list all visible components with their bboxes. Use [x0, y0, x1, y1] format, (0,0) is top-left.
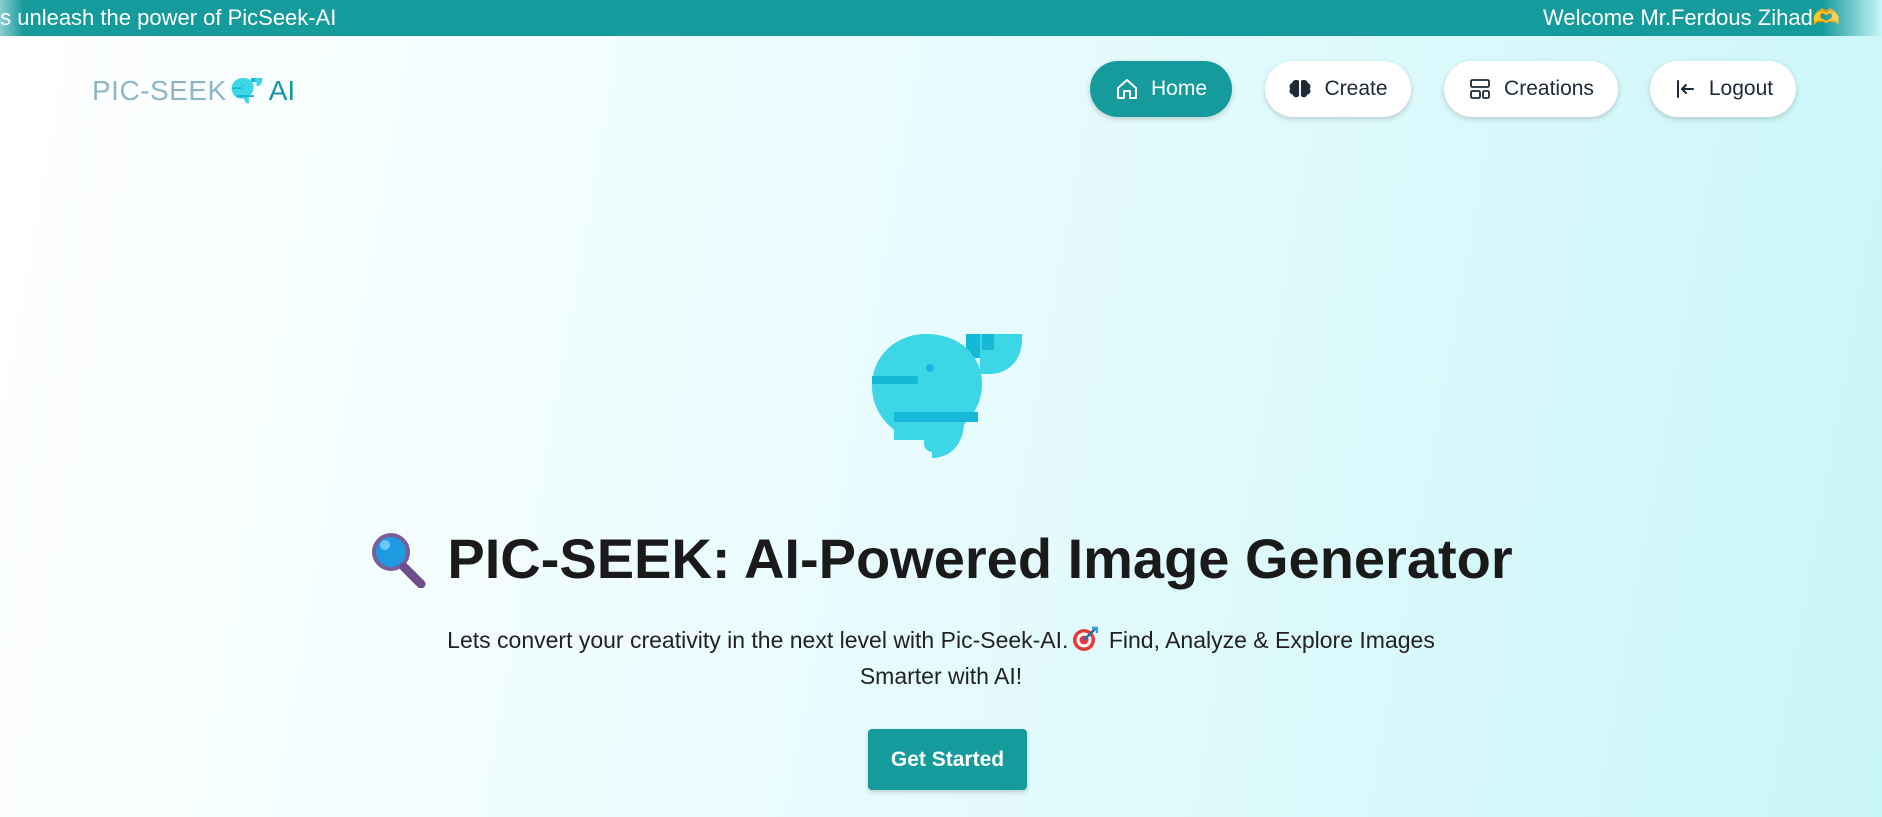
- logout-icon: [1676, 80, 1694, 98]
- subtitle-text-1: Lets convert your creativity in the next…: [447, 627, 1069, 653]
- banner-welcome: Welcome Mr.Ferdous Zihad🫶: [1543, 0, 1840, 36]
- brain-icon: [1289, 80, 1311, 98]
- banner-fade-left: [0, 0, 24, 36]
- nav-create-button[interactable]: Create: [1265, 61, 1411, 117]
- banner-fade-right: [1822, 0, 1882, 36]
- nav-home-button[interactable]: Home: [1090, 61, 1232, 117]
- whale-icon: [231, 78, 262, 104]
- nav-creations-button[interactable]: Creations: [1444, 61, 1618, 117]
- target-dart-icon: [1073, 626, 1099, 651]
- site-logo[interactable]: PIC-SEEK AI: [92, 74, 295, 108]
- nav-logout-button[interactable]: Logout: [1650, 61, 1796, 117]
- whale-icon: [872, 334, 1022, 458]
- nav-home-label: Home: [1150, 77, 1208, 100]
- page-title: PIC-SEEK: AI-Powered Image Generator: [0, 524, 1882, 594]
- welcome-text: Welcome Mr.Ferdous Zihad: [1543, 5, 1813, 30]
- nav-creations-label: Creations: [1504, 77, 1594, 100]
- banner-tagline: ts unleash the power of PicSeek-AI: [0, 5, 337, 30]
- layout-icon: [1470, 79, 1490, 99]
- nav-logout-label: Logout: [1708, 77, 1774, 100]
- marquee-banner: ts unleash the power of PicSeek-AI Welco…: [0, 0, 1882, 36]
- get-started-button[interactable]: Get Started: [868, 729, 1027, 790]
- nav-create-label: Create: [1324, 77, 1388, 100]
- home-icon: [1116, 79, 1137, 99]
- hero-subtitle: Lets convert your creativity in the next…: [430, 622, 1452, 694]
- magnifying-glass-icon: [372, 533, 426, 589]
- logo-text-primary: PIC-SEEK: [92, 75, 227, 106]
- logo-text-ai: AI: [268, 75, 296, 106]
- page-title-text: PIC-SEEK: AI-Powered Image Generator: [447, 527, 1513, 590]
